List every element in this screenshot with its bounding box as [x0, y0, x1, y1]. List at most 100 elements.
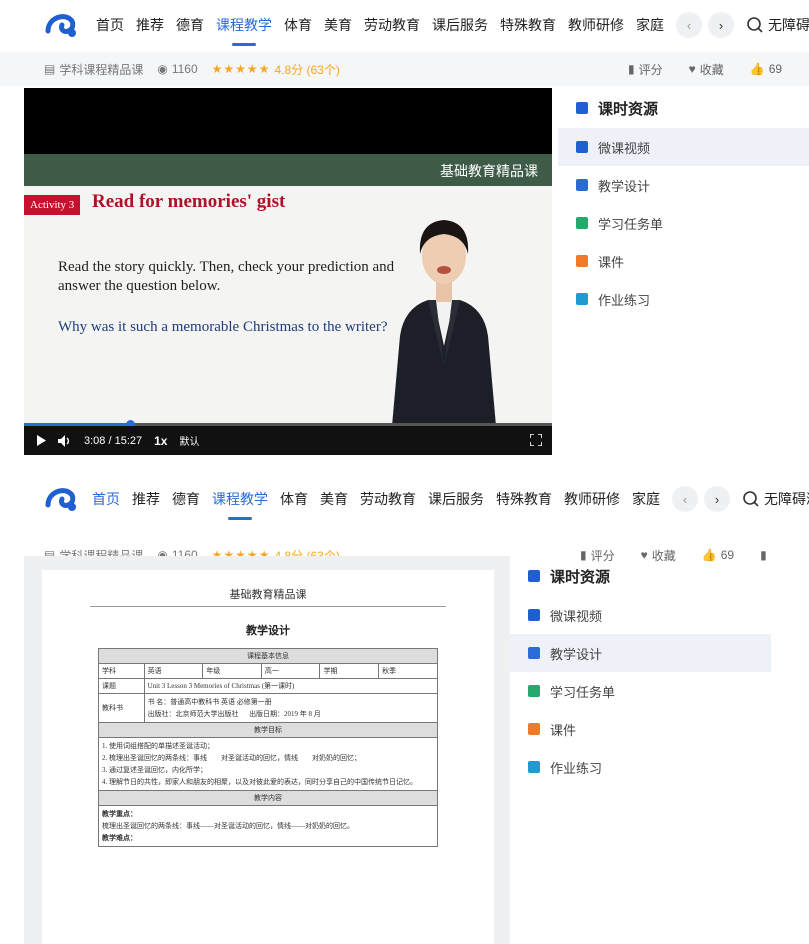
nav-item-arts[interactable]: 美育 [324, 0, 352, 50]
sidebar-item-1[interactable]: 微课视频 [510, 596, 771, 634]
site-logo-icon[interactable] [44, 485, 80, 513]
nav-next-button[interactable]: › [708, 12, 734, 38]
sidebar-list: 微课视频教学设计学习任务单课件作业练习 [558, 128, 809, 318]
course-meta: ▤学科课程精品课 ◉1160 ★★★★★4.8分 (63个) [44, 61, 354, 78]
accessible-browse-button[interactable]: 无障碍浏览 [742, 489, 809, 509]
nav-prev-button[interactable]: ‹ [672, 486, 698, 512]
accessible-browse-label: 无障碍浏览 [768, 17, 809, 33]
playback-speed-button[interactable]: 1x [154, 434, 167, 448]
document-title: 教学设计 [246, 625, 290, 637]
sidebar-item-label: 作业练习 [598, 292, 651, 308]
thumbs-up-icon: 👍 [749, 62, 765, 76]
search-icon [743, 491, 759, 507]
subject-label: 学科 [98, 663, 145, 679]
textbook-info: 书 名：普通高中教科书 英语 必修第一册 出版社：北京师范大学出版社 出版日期：… [143, 693, 439, 723]
nav-items: 首页 推荐 德育 课程教学 体育 美育 劳动教育 课后服务 特殊教育 教师研修 … [92, 474, 809, 524]
sidebar-item-2[interactable]: 教学设计 [558, 166, 809, 204]
play-icon[interactable] [36, 435, 46, 446]
video-player[interactable]: 基础教育精品课 Activity 3 Read for memories' gi… [24, 88, 552, 455]
sidebar-title: 课时资源 [558, 88, 809, 128]
like-button[interactable]: 👍 69 [750, 62, 782, 76]
sidebar-item-label: 课件 [550, 722, 577, 738]
resource-icon [576, 102, 588, 114]
textbook-pub-date: 出版日期：2019 年 8 月 [249, 710, 321, 718]
sidebar-title: 课时资源 [510, 556, 771, 596]
comment-icon: ▮ [628, 62, 635, 76]
rate-button[interactable]: ▮ 评分 [628, 61, 663, 78]
nav-item-sports[interactable]: 体育 [284, 0, 312, 50]
goal-item: 4. 理解节日的共性，即家人和朋友的相聚，以及对彼此爱的表达，同时分享自己的中国… [102, 778, 417, 786]
nav-item-moral[interactable]: 德育 [176, 0, 204, 50]
accessible-browse-label: 无障碍浏览 [764, 491, 809, 507]
sidebar-item-5[interactable]: 作业练习 [558, 280, 809, 318]
term-value: 秋季 [378, 663, 438, 679]
sidebar-item-1[interactable]: 微课视频 [558, 128, 809, 166]
term-label: 学期 [319, 663, 380, 679]
nav-item-moral[interactable]: 德育 [172, 474, 200, 524]
key-points-text: 梳理出圣诞回忆的两条线：事线——对圣诞活动的回忆，情线——对奶奶的回忆。 [102, 822, 354, 830]
nav-item-curriculum[interactable]: 课程教学 [216, 0, 272, 50]
site-logo-icon[interactable] [44, 11, 80, 39]
sidebar-list: 微课视频教学设计学习任务单课件作业练习 [510, 596, 771, 786]
sidebar-item-label: 学习任务单 [550, 684, 616, 700]
sidebar-item-3[interactable]: 学习任务单 [558, 204, 809, 242]
resource-icon [528, 570, 540, 582]
sidebar-item-5[interactable]: 作业练习 [510, 748, 771, 786]
nav-prev-button[interactable]: ‹ [676, 12, 702, 38]
screenshot-video-view: 首页 推荐 德育 课程教学 体育 美育 劳动教育 课后服务 特殊教育 教师研修 … [0, 0, 809, 455]
nav-item-afterschool[interactable]: 课后服务 [428, 474, 484, 524]
sidebar-item-label: 微课视频 [550, 608, 603, 624]
goals-list: 1. 使用词组搭配的单描述圣诞活动； 2. 梳理出圣诞回忆的两条线：事线 对圣诞… [98, 737, 438, 791]
search-icon [747, 17, 763, 33]
document-viewer[interactable]: 基础教育精品课 教学设计 课程基本信息 学科 英语 年级 高一 学期 秋季 课题… [24, 556, 510, 944]
views-count: ◉ 1160 [157, 62, 198, 76]
lesson-plan-table: 课程基本信息 学科 英语 年级 高一 学期 秋季 课题 Unit 3 Lesso… [98, 648, 439, 847]
design-icon [576, 179, 588, 191]
nav-item-family[interactable]: 家庭 [636, 0, 664, 50]
video-band: 基础教育精品课 [24, 154, 552, 186]
sidebar-item-3[interactable]: 学习任务单 [510, 672, 771, 710]
sidebar-item-4[interactable]: 课件 [510, 710, 771, 748]
slide-body-text: Read the story quickly. Then, check your… [58, 259, 395, 294]
nav-item-teacher-training[interactable]: 教师研修 [568, 0, 624, 50]
nav-item-arts[interactable]: 美育 [320, 474, 348, 524]
top-nav: 首页 推荐 德育 课程教学 体育 美育 劳动教育 课后服务 特殊教育 教师研修 … [0, 0, 809, 50]
nav-item-special[interactable]: 特殊教育 [500, 0, 556, 50]
nav-item-special[interactable]: 特殊教育 [496, 474, 552, 524]
nav-item-labor[interactable]: 劳动教育 [360, 474, 416, 524]
sidebar-item-2[interactable]: 教学设计 [510, 634, 771, 672]
course-type: ▤学科课程精品课 [44, 62, 144, 77]
accessible-browse-button[interactable]: 无障碍浏览 [746, 15, 809, 35]
nav-item-home[interactable]: 首页 [96, 0, 124, 50]
video-controls: 3:08 / 15:27 1x 默认 [24, 426, 552, 455]
nav-item-home[interactable]: 首页 [92, 474, 120, 524]
textbook-publisher: 出版社：北京师范大学出版社 [147, 710, 239, 718]
video-icon [528, 609, 540, 621]
volume-icon[interactable] [58, 434, 72, 447]
nav-item-recommend[interactable]: 推荐 [132, 474, 160, 524]
textbook-name: 书 名：普通高中教科书 英语 必修第一册 [147, 698, 272, 706]
sidebar-item-label: 学习任务单 [598, 216, 664, 232]
clipboard-icon [528, 685, 540, 697]
fullscreen-icon[interactable] [530, 434, 542, 446]
nav-item-curriculum[interactable]: 课程教学 [212, 474, 268, 524]
sidebar-item-label: 教学设计 [598, 178, 651, 194]
nav-item-teacher-training[interactable]: 教师研修 [564, 474, 620, 524]
quality-button[interactable]: 默认 [179, 433, 199, 448]
presenter-figure [392, 220, 496, 426]
slides-icon [528, 723, 540, 735]
screenshot-design-view: 首页 推荐 德育 课程教学 体育 美育 劳动教育 课后服务 特殊教育 教师研修 … [0, 470, 809, 944]
nav-item-recommend[interactable]: 推荐 [136, 0, 164, 50]
favorite-button[interactable]: ♥ 收藏 [689, 61, 724, 78]
nav-next-button[interactable]: › [704, 486, 730, 512]
nav-item-sports[interactable]: 体育 [280, 474, 308, 524]
sidebar-item-label: 作业练习 [550, 760, 603, 776]
key-points-title: 教学重点： [102, 810, 137, 818]
nav-item-afterschool[interactable]: 课后服务 [432, 0, 488, 50]
sidebar-item-label: 课件 [598, 254, 625, 270]
sidebar-item-4[interactable]: 课件 [558, 242, 809, 280]
nav-item-labor[interactable]: 劳动教育 [364, 0, 420, 50]
nav-item-family[interactable]: 家庭 [632, 474, 660, 524]
document-icon: ▤ [44, 62, 56, 76]
goals-heading: 教学目标 [98, 722, 438, 738]
